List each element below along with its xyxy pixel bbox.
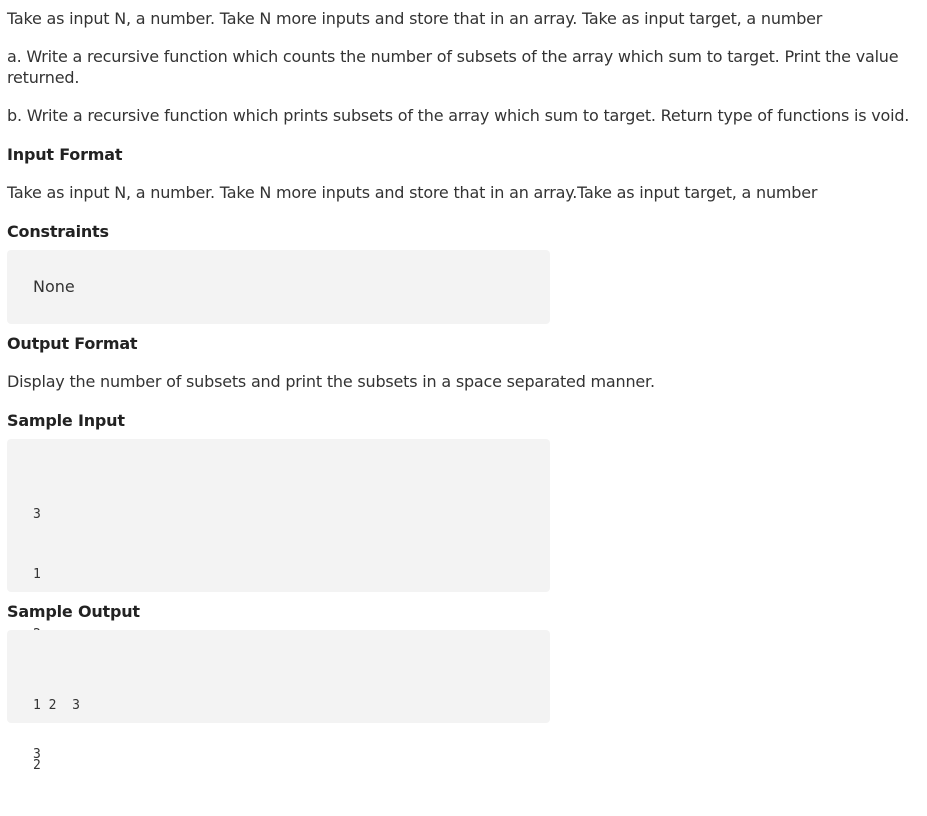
problem-intro: Take as input N, a number. Take N more i… [7, 9, 823, 28]
constraints-box: None [7, 250, 550, 324]
code-line: 3 [33, 507, 41, 522]
output-format-text: Display the number of subsets and print … [7, 372, 655, 391]
sample-output-code: 1 2 3 2 [33, 656, 80, 816]
input-format-heading: Input Format [7, 145, 123, 164]
problem-part-b: b. Write a recursive function which prin… [7, 106, 910, 125]
code-line: 1 [33, 567, 41, 582]
sample-input-heading: Sample Input [7, 411, 125, 430]
code-line: 2 [33, 758, 41, 773]
input-format-text: Take as input N, a number. Take N more i… [7, 183, 818, 202]
sample-input-box: 3 1 2 3 3 [7, 439, 550, 762]
constraints-heading: Constraints [7, 222, 109, 241]
code-line: 1 2 3 [33, 698, 80, 713]
problem-part-a: a. Write a recursive function which coun… [7, 47, 899, 87]
sample-output-heading: Sample Output [7, 602, 140, 621]
sample-output-box: 1 2 3 2 [7, 630, 550, 773]
output-format-heading: Output Format [7, 334, 138, 353]
constraints-text: None [33, 277, 75, 296]
